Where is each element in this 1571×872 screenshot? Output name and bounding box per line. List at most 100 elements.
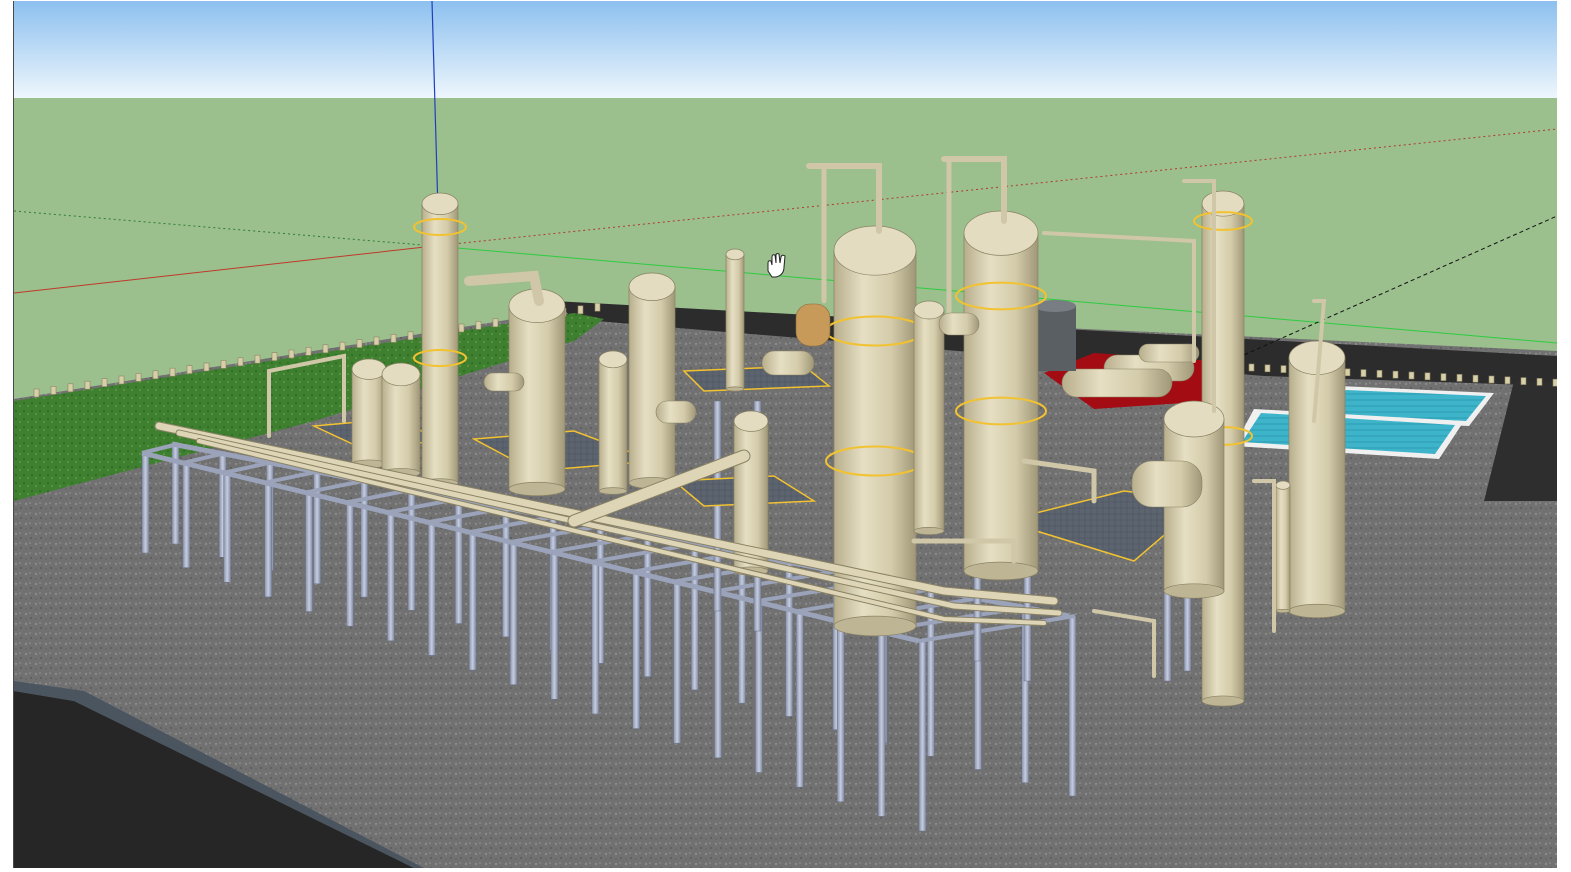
fence-post — [475, 321, 482, 330]
vessel-head — [351, 358, 387, 380]
vertical-column-vessel — [351, 358, 387, 469]
vertical-column-vessel — [381, 362, 421, 478]
fence-post — [186, 365, 193, 374]
fence-post — [322, 344, 329, 354]
steel-column — [673, 581, 681, 744]
fence-post — [1424, 372, 1431, 381]
fence-post — [1264, 364, 1271, 373]
fence-post — [594, 302, 601, 312]
fence-post — [1488, 375, 1495, 384]
vessel-head — [833, 225, 917, 276]
steel-column — [468, 531, 477, 671]
steel-column — [346, 502, 354, 627]
fence-post — [288, 349, 295, 359]
fence-post — [492, 318, 499, 328]
fence-post — [101, 378, 108, 387]
fence-post — [220, 360, 227, 369]
vessel-shell — [598, 359, 628, 492]
fence-post — [1248, 363, 1255, 372]
steel-column — [1068, 615, 1077, 797]
fence-post — [271, 352, 278, 361]
steel-column — [918, 640, 927, 832]
fence-post — [118, 375, 125, 385]
fence-post — [1376, 370, 1383, 378]
vessel-base — [913, 527, 945, 535]
vessel-base — [963, 561, 1039, 581]
fence-post — [1440, 373, 1447, 381]
fence-post — [390, 334, 397, 343]
vertical-column-vessel — [508, 288, 566, 497]
steel-column — [387, 512, 395, 642]
vessel-base — [1275, 608, 1291, 614]
vertical-column-vessel — [725, 248, 745, 392]
fence-post — [33, 388, 40, 398]
vessel-head — [421, 192, 459, 215]
vessel-shell — [381, 374, 421, 474]
steel-column — [305, 492, 313, 612]
vessel-base — [598, 487, 628, 495]
steel-column — [428, 522, 436, 656]
fence-post — [169, 367, 176, 377]
fence-post — [458, 323, 465, 333]
right-frame-edge — [1557, 0, 1571, 872]
sky — [14, 1, 1557, 98]
vertical-column-vessel — [598, 350, 628, 495]
steel-column — [643, 534, 652, 677]
steel-column — [796, 611, 804, 788]
steel-column — [223, 472, 232, 583]
vessel-shell — [913, 309, 945, 532]
steel-column — [877, 630, 886, 817]
vertical-column-vessel — [913, 300, 945, 535]
vessel-head — [598, 350, 628, 369]
fence-post — [577, 305, 584, 315]
vertical-column-vessel — [1275, 480, 1291, 614]
vessel-head — [628, 272, 676, 301]
steel-column — [714, 591, 722, 759]
fence-post — [135, 373, 142, 382]
steel-column — [632, 571, 640, 729]
steel-column — [182, 462, 191, 568]
fence-post — [373, 336, 380, 346]
vessel-shell — [1275, 484, 1291, 612]
vessel-head — [733, 410, 769, 432]
fence-post — [1280, 365, 1287, 373]
fence-post — [67, 383, 74, 393]
vessel-head — [725, 248, 745, 261]
vessel-base — [508, 481, 566, 497]
vessel-shell — [421, 203, 459, 484]
fence-post — [305, 347, 312, 356]
vessel-head — [1275, 480, 1291, 490]
steel-column — [591, 561, 600, 715]
vessel-head — [381, 362, 421, 387]
vessel-base — [1288, 603, 1346, 619]
fence-post — [1472, 374, 1479, 383]
vessel-shell — [963, 232, 1039, 572]
fence-post — [1536, 378, 1543, 386]
steel-column — [836, 620, 845, 802]
vessel-shell — [628, 286, 676, 484]
vessel-base — [1163, 583, 1225, 599]
fence-post — [237, 357, 244, 367]
vessel-base — [833, 615, 917, 637]
vessel-shell — [508, 305, 566, 490]
vessel-shell — [351, 368, 387, 465]
fence-post — [152, 370, 159, 380]
orange-vessel — [795, 303, 831, 347]
fence-post — [1360, 369, 1367, 377]
steel-column — [691, 543, 699, 691]
3d-viewport[interactable] — [13, 1, 1558, 868]
fence-post — [1504, 376, 1511, 385]
fence-post — [356, 339, 363, 348]
steel-column — [509, 541, 518, 685]
bottom-frame-edge — [0, 868, 1571, 872]
fence-post — [1456, 374, 1463, 382]
vessel-base — [725, 386, 745, 392]
vertical-column-vessel — [628, 272, 676, 489]
model-scene[interactable] — [14, 1, 1557, 868]
steel-column — [738, 552, 746, 704]
fence-post — [339, 341, 346, 351]
storage-tank-gray — [1034, 306, 1076, 371]
fence-post — [1408, 371, 1415, 380]
fence-post — [203, 362, 210, 372]
sketchup-window — [0, 0, 1571, 872]
